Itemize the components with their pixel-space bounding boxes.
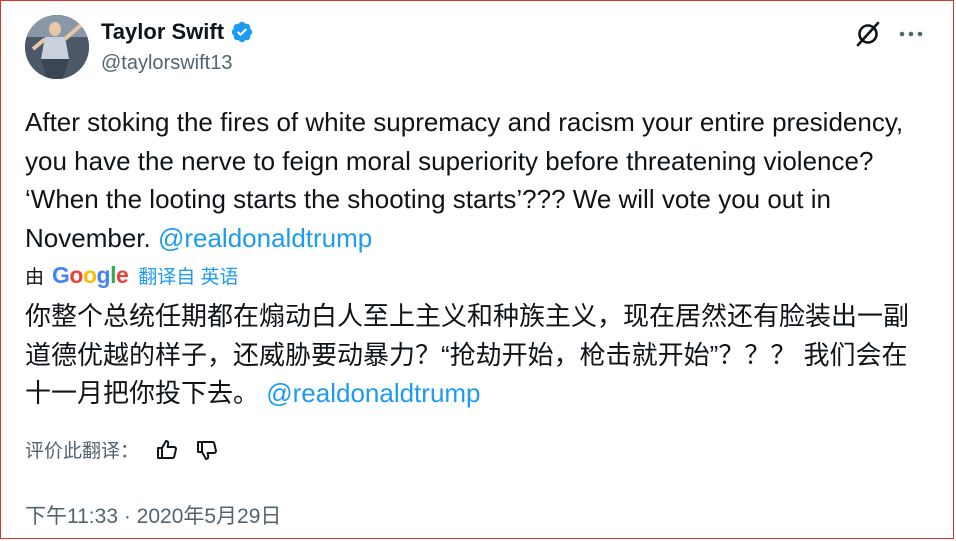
more-icon[interactable]	[897, 20, 925, 48]
google-logo: Google	[52, 262, 129, 288]
author-name-row[interactable]: Taylor Swift	[101, 19, 254, 45]
translated-by-label: 由	[25, 267, 45, 288]
thumbs-up-icon[interactable]	[155, 438, 179, 462]
grok-icon[interactable]	[854, 20, 882, 48]
tweet-timestamp[interactable]: 下午11:33 · 2020年5月29日	[25, 500, 281, 530]
mention-link[interactable]: @realdonaldtrump	[158, 223, 372, 253]
verified-badge-icon	[231, 21, 253, 43]
rate-translation-label: 评价此翻译：	[25, 441, 140, 462]
translated-text: 你整个总统任期都在煽动白人至上主义和种族主义，现在居然还有脸装出一副道德优越的样…	[25, 297, 930, 413]
avatar[interactable]	[25, 15, 89, 79]
tweet-text: After stoking the fires of white suprema…	[25, 103, 925, 257]
rate-translation: 评价此翻译：	[25, 436, 219, 463]
translated-from-link[interactable]: 翻译自 英语	[138, 262, 238, 289]
display-name[interactable]: Taylor Swift	[101, 19, 224, 45]
translated-mention-link[interactable]: @realdonaldtrump	[266, 378, 480, 408]
thumbs-down-icon[interactable]	[195, 438, 219, 462]
tweet-body: After stoking the fires of white suprema…	[25, 107, 904, 253]
translation-attribution: 由 Google 翻译自 英语	[25, 262, 239, 289]
author-handle[interactable]: @taylorswift13	[101, 52, 232, 75]
